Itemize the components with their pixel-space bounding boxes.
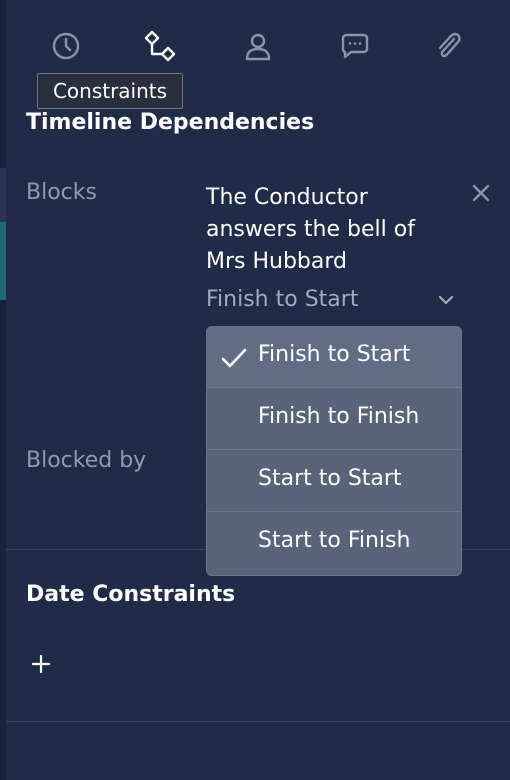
chevron-down-icon[interactable]	[436, 292, 456, 308]
option-finish-to-start[interactable]: Finish to Start	[207, 327, 461, 388]
blocked-by-label: Blocked by	[26, 448, 147, 473]
attachment-icon[interactable]	[430, 28, 466, 64]
timeline-dependencies-title: Timeline Dependencies	[26, 110, 315, 135]
option-finish-to-finish[interactable]: Finish to Finish	[207, 389, 461, 450]
plus-icon[interactable]	[31, 654, 51, 674]
clock-icon[interactable]	[48, 28, 84, 64]
checkmark-icon	[221, 347, 247, 369]
dependency-type-select[interactable]: Finish to Start	[206, 287, 358, 312]
blocks-label: Blocks	[26, 180, 97, 205]
option-start-to-start[interactable]: Start to Start	[207, 451, 461, 512]
dependency-type-dropdown: Finish to Start Finish to Finish Start t…	[206, 326, 462, 576]
constraints-icon[interactable]	[142, 28, 178, 64]
option-label: Finish to Start	[258, 342, 411, 367]
remove-dependency-icon[interactable]	[470, 182, 492, 204]
date-constraints-title: Date Constraints	[26, 582, 236, 607]
option-label: Start to Start	[258, 466, 402, 491]
option-start-to-finish[interactable]: Start to Finish	[207, 513, 461, 574]
section-divider	[6, 721, 510, 722]
dependency-task-name[interactable]: The Conductor answers the bell of Mrs Hu…	[206, 182, 446, 278]
constraints-tooltip: Constraints	[37, 73, 183, 109]
option-label: Start to Finish	[258, 528, 411, 553]
comment-icon[interactable]	[337, 28, 373, 64]
user-icon[interactable]	[240, 28, 276, 64]
option-label: Finish to Finish	[258, 404, 420, 429]
